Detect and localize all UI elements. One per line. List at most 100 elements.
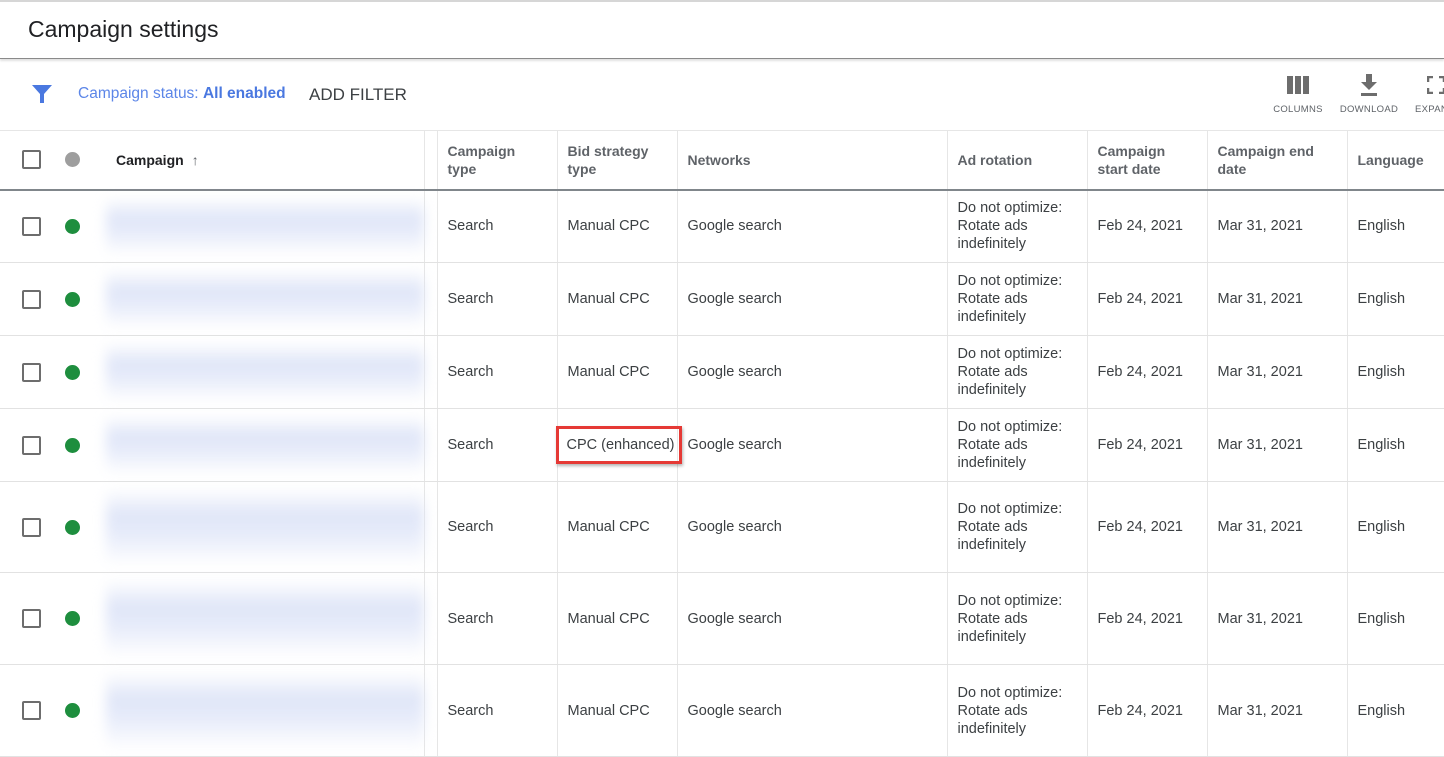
campaign-status-filter[interactable]: Campaign status: All enabled — [78, 85, 286, 103]
column-header-language[interactable]: Language — [1347, 130, 1444, 191]
download-label: DOWNLOAD — [1339, 104, 1399, 115]
table-row[interactable]: Search Manual CPC Google search Do not o… — [0, 664, 1444, 757]
table-row[interactable]: Search Manual CPC Google search Do not o… — [0, 189, 1444, 263]
row-select-cell[interactable] — [0, 189, 64, 263]
add-filter-button[interactable]: ADD FILTER — [309, 85, 407, 105]
networks-cell: Google search — [677, 335, 948, 409]
redacted-campaign-name — [106, 269, 424, 329]
campaign-name-cell[interactable] — [106, 408, 425, 482]
row-select-cell[interactable] — [0, 664, 64, 757]
row-checkbox[interactable] — [22, 609, 41, 628]
row-checkbox[interactable] — [22, 435, 41, 455]
column-header-start-date[interactable]: Campaign start date — [1087, 130, 1208, 191]
row-select-cell[interactable] — [0, 481, 64, 573]
campaign-type-cell: Search — [437, 481, 558, 573]
table-row[interactable]: Search Manual CPC Google search Do not o… — [0, 572, 1444, 665]
column-header-campaign-type[interactable]: Campaign type — [437, 130, 558, 191]
bid-strategy-cell[interactable]: Manual CPC — [557, 481, 678, 573]
campaign-name-cell[interactable] — [106, 572, 425, 665]
bid-strategy-cell[interactable]: Manual CPC — [557, 262, 678, 336]
column-header-networks[interactable]: Networks — [677, 130, 948, 191]
campaign-type-cell: Search — [437, 262, 558, 336]
enabled-status-icon — [65, 218, 80, 234]
column-header-bid-strategy-type[interactable]: Bid strategy type — [557, 130, 678, 191]
end-date-cell: Mar 31, 2021 — [1207, 408, 1348, 482]
table-row[interactable]: Search Manual CPC Google search Do not o… — [0, 481, 1444, 573]
row-select-cell[interactable] — [0, 262, 64, 336]
campaign-name-cell[interactable] — [106, 335, 425, 409]
filter-icon[interactable] — [31, 83, 53, 110]
sort-ascending-icon[interactable]: ↑ — [192, 151, 199, 169]
column-divider[interactable] — [423, 130, 438, 191]
table-row[interactable]: Search CPC (enhanced) Google search Do n… — [0, 408, 1444, 482]
ad-rotation-cell: Do not optimize: Rotate ads indefinitely — [947, 664, 1088, 757]
row-select-cell[interactable] — [0, 408, 64, 482]
campaign-name-cell[interactable] — [106, 262, 425, 336]
language-cell: English — [1347, 408, 1444, 482]
campaign-name-cell[interactable] — [106, 481, 425, 573]
language-cell: English — [1347, 572, 1444, 665]
header-status[interactable] — [64, 130, 106, 191]
bid-strategy-cell[interactable]: Manual CPC — [557, 335, 678, 409]
language-cell: English — [1347, 262, 1444, 336]
table-row[interactable]: Search Manual CPC Google search Do not o… — [0, 335, 1444, 409]
row-checkbox[interactable] — [22, 289, 41, 309]
networks-cell: Google search — [677, 481, 948, 573]
campaign-name-cell[interactable] — [106, 189, 425, 263]
start-date-cell: Feb 24, 2021 — [1087, 664, 1208, 757]
language-cell: English — [1347, 481, 1444, 573]
columns-label: COLUMNS — [1273, 104, 1323, 115]
redacted-campaign-name — [106, 579, 424, 658]
row-select-cell[interactable] — [0, 572, 64, 665]
column-divider — [423, 262, 438, 336]
campaign-type-cell: Search — [437, 572, 558, 665]
end-date-cell: Mar 31, 2021 — [1207, 481, 1348, 573]
page-title: Campaign settings — [28, 16, 219, 42]
campaign-name-cell[interactable] — [106, 664, 425, 757]
row-checkbox[interactable] — [22, 216, 41, 236]
bid-strategy-cell[interactable]: Manual CPC — [557, 189, 678, 263]
column-divider — [423, 189, 438, 263]
redacted-campaign-name — [106, 671, 424, 750]
campaign-type-cell: Search — [437, 189, 558, 263]
redacted-campaign-name — [106, 488, 424, 566]
end-date-cell: Mar 31, 2021 — [1207, 572, 1348, 665]
row-checkbox[interactable] — [22, 362, 41, 382]
column-divider — [423, 408, 438, 482]
table-row[interactable]: Search Manual CPC Google search Do not o… — [0, 262, 1444, 336]
column-header-end-date[interactable]: Campaign end date — [1207, 130, 1348, 191]
networks-cell: Google search — [677, 408, 948, 482]
networks-cell: Google search — [677, 572, 948, 665]
row-select-cell[interactable] — [0, 335, 64, 409]
row-status-cell — [64, 408, 106, 482]
columns-button[interactable]: COLUMNS — [1270, 72, 1326, 115]
row-status-cell — [64, 335, 106, 409]
bid-strategy-cell[interactable]: Manual CPC — [557, 572, 678, 665]
select-all-checkbox[interactable] — [22, 150, 41, 170]
header-select-all[interactable] — [0, 130, 64, 191]
download-button[interactable]: DOWNLOAD — [1337, 72, 1401, 115]
redacted-campaign-name — [106, 196, 424, 256]
redacted-campaign-name — [106, 415, 424, 475]
start-date-cell: Feb 24, 2021 — [1087, 481, 1208, 573]
expand-icon — [1415, 72, 1444, 98]
end-date-cell: Mar 31, 2021 — [1207, 335, 1348, 409]
column-header-ad-rotation[interactable]: Ad rotation — [947, 130, 1088, 191]
expand-button[interactable]: EXPAND — [1415, 72, 1444, 115]
enabled-status-icon — [65, 291, 80, 307]
filter-prefix: Campaign status: — [78, 85, 203, 102]
row-checkbox[interactable] — [22, 701, 41, 720]
column-divider — [423, 664, 438, 757]
row-checkbox[interactable] — [22, 517, 41, 537]
end-date-cell: Mar 31, 2021 — [1207, 262, 1348, 336]
bid-strategy-cell[interactable]: Manual CPC — [557, 664, 678, 757]
row-status-cell — [64, 664, 106, 757]
networks-cell: Google search — [677, 189, 948, 263]
column-divider — [423, 335, 438, 409]
column-header-campaign[interactable]: Campaign ↑ — [106, 130, 425, 191]
expand-label: EXPAND — [1415, 104, 1444, 115]
bid-strategy-cell[interactable]: CPC (enhanced) — [555, 408, 682, 482]
row-status-cell — [64, 189, 106, 263]
ad-rotation-cell: Do not optimize: Rotate ads indefinitely — [947, 335, 1088, 409]
start-date-cell: Feb 24, 2021 — [1087, 189, 1208, 263]
